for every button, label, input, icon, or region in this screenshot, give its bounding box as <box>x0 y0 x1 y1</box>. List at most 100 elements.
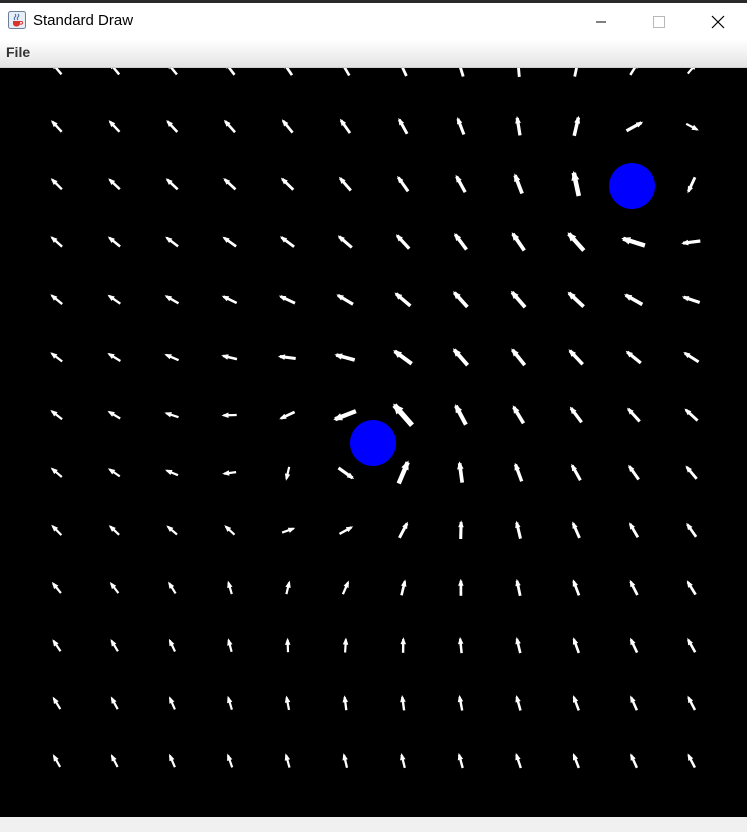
field-arrow <box>285 580 291 595</box>
field-arrow <box>572 115 581 137</box>
field-arrow <box>227 695 233 711</box>
field-arrow <box>629 579 639 596</box>
field-arrow <box>453 291 469 309</box>
field-arrow <box>628 522 640 539</box>
field-arrow <box>222 470 237 476</box>
field-arrow <box>110 639 119 652</box>
maximize-button[interactable] <box>630 3 688 40</box>
field-arrow <box>168 753 176 768</box>
field-arrow <box>168 581 177 594</box>
field-arrow <box>110 68 121 76</box>
field-arrow <box>51 120 63 133</box>
field-arrow <box>341 580 350 595</box>
field-arrow <box>337 466 355 480</box>
field-arrow <box>625 121 644 133</box>
field-arrow <box>278 295 296 305</box>
minimize-button[interactable] <box>572 3 630 40</box>
field-arrow <box>456 117 466 136</box>
field-arrow <box>513 173 524 195</box>
field-arrow <box>284 466 291 481</box>
field-arrow <box>165 469 179 477</box>
field-arrow <box>227 638 233 653</box>
field-arrow <box>400 637 406 653</box>
close-icon <box>711 15 725 28</box>
charge-disc-upper-right <box>609 163 655 209</box>
field-arrow <box>392 403 414 428</box>
field-arrow <box>107 468 121 478</box>
menu-file[interactable]: File <box>6 44 30 60</box>
field-arrow <box>221 354 238 361</box>
field-arrow <box>513 462 524 482</box>
field-arrow <box>624 293 644 307</box>
field-arrow <box>687 695 697 711</box>
field-arrow <box>52 754 62 768</box>
field-arrow <box>108 525 120 536</box>
field-arrow <box>334 353 356 362</box>
field-arrow <box>457 694 464 711</box>
field-arrow <box>458 520 464 540</box>
field-arrow <box>333 409 357 422</box>
field-arrow <box>50 352 63 363</box>
field-arrow <box>227 580 233 595</box>
field-arrow <box>281 527 296 534</box>
field-arrow <box>164 353 180 362</box>
field-arrow <box>50 178 63 191</box>
field-arrow <box>515 520 522 539</box>
field-arrow <box>686 68 696 75</box>
field-arrow <box>342 753 349 769</box>
field-arrow <box>52 696 62 710</box>
field-arrow <box>166 525 178 536</box>
field-arrow <box>457 752 464 769</box>
field-arrow <box>107 236 121 248</box>
field-arrow <box>621 236 646 248</box>
field-arrow <box>110 754 119 768</box>
field-arrow <box>572 695 580 711</box>
close-button[interactable] <box>689 3 747 40</box>
field-arrow <box>687 176 697 194</box>
field-arrow <box>459 68 465 77</box>
field-arrow <box>221 412 237 418</box>
field-arrow <box>511 232 526 252</box>
field-arrow <box>515 578 522 597</box>
field-arrow <box>166 120 179 133</box>
field-arrow <box>400 579 407 596</box>
minimize-icon <box>596 21 606 22</box>
field-arrow <box>454 404 468 426</box>
field-arrow <box>50 467 63 478</box>
field-arrow <box>164 412 179 419</box>
field-arrow <box>342 695 348 711</box>
title-bar[interactable]: Standard Draw <box>0 3 747 40</box>
field-arrow <box>457 461 465 483</box>
field-arrow <box>279 410 296 420</box>
field-arrow <box>571 170 582 197</box>
drawing-canvas[interactable] <box>0 68 747 817</box>
field-arrow <box>681 239 701 246</box>
field-arrow <box>284 695 291 711</box>
field-arrow <box>338 176 352 192</box>
field-arrow <box>50 410 63 421</box>
field-arrow <box>339 118 352 134</box>
field-arrow <box>401 68 408 77</box>
field-arrow <box>53 68 63 76</box>
field-arrow <box>685 122 699 131</box>
java-cup-icon <box>8 11 26 29</box>
field-arrow <box>686 580 697 596</box>
field-arrow <box>567 291 585 308</box>
field-arrow <box>50 294 63 306</box>
field-arrow <box>223 178 237 191</box>
field-arrow <box>629 753 639 769</box>
field-arrow <box>571 521 581 539</box>
field-arrow <box>686 522 698 538</box>
field-arrow <box>681 295 701 304</box>
field-arrow <box>393 349 413 366</box>
field-arrow <box>400 753 406 769</box>
field-arrow <box>108 120 121 133</box>
field-arrow <box>395 234 411 250</box>
field-arrow <box>168 68 178 76</box>
field-arrow <box>572 579 581 596</box>
maximize-icon <box>653 15 665 28</box>
field-arrow <box>397 175 410 193</box>
field-arrow <box>453 233 468 251</box>
field-arrow <box>279 236 295 248</box>
field-arrow <box>108 178 121 191</box>
